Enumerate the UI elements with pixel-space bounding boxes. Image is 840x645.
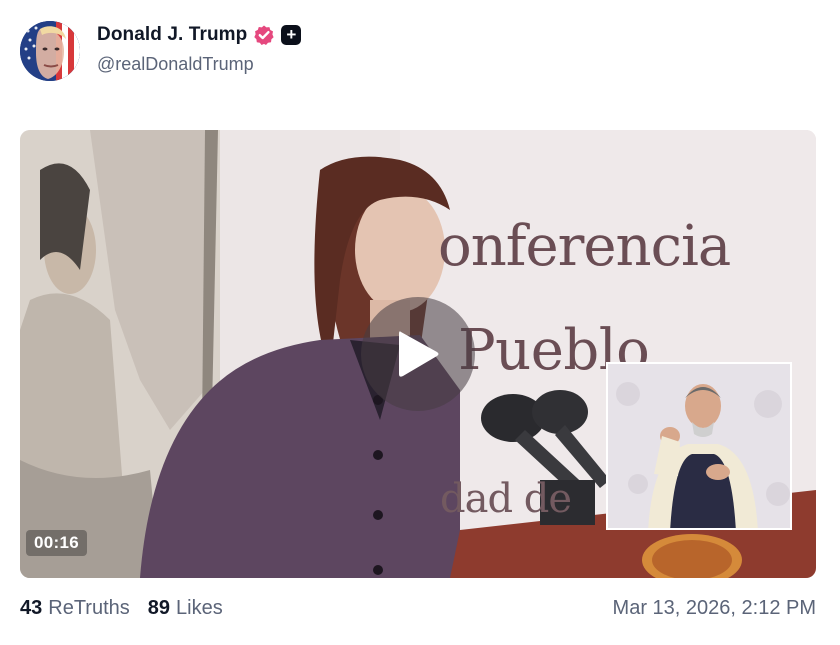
likes-count: 89 (147, 596, 171, 619)
retruths-count: 43 (20, 596, 43, 619)
play-icon (399, 331, 439, 377)
sign-language-interpreter-inset (606, 362, 792, 530)
name-row: Donald J. Trump + (97, 22, 302, 48)
flag-face-avatar-icon (20, 21, 80, 81)
avatar[interactable] (20, 21, 80, 81)
likes-label: Likes (176, 596, 223, 619)
author-identity: Donald J. Trump + @realDonaldTrump (97, 22, 302, 75)
video-player[interactable]: onferencia Pueblo dad de 00:16 (20, 130, 816, 578)
video-duration: 00:16 (26, 530, 87, 556)
verified-badge-icon (253, 24, 275, 46)
post-footer: 43 ReTruths 89 Likes Mar 13, 2026, 2:12 … (20, 594, 816, 622)
retruths-label: ReTruths (48, 596, 130, 619)
retruths-stat[interactable]: 43 ReTruths (20, 597, 130, 620)
post-timestamp[interactable]: Mar 13, 2026, 2:12 PM (613, 597, 816, 620)
truth-post: Donald J. Trump + @realDonaldTrump onfer… (0, 0, 840, 645)
plus-badge-icon: + (281, 24, 302, 45)
post-header: Donald J. Trump + @realDonaldTrump (20, 20, 302, 82)
play-button[interactable] (361, 297, 475, 411)
banner-text: dad de (440, 476, 572, 522)
display-name[interactable]: Donald J. Trump (97, 24, 247, 46)
likes-stat[interactable]: 89 Likes (148, 597, 223, 620)
banner-text: onferencia (438, 214, 731, 279)
author-handle[interactable]: @realDonaldTrump (97, 54, 301, 75)
